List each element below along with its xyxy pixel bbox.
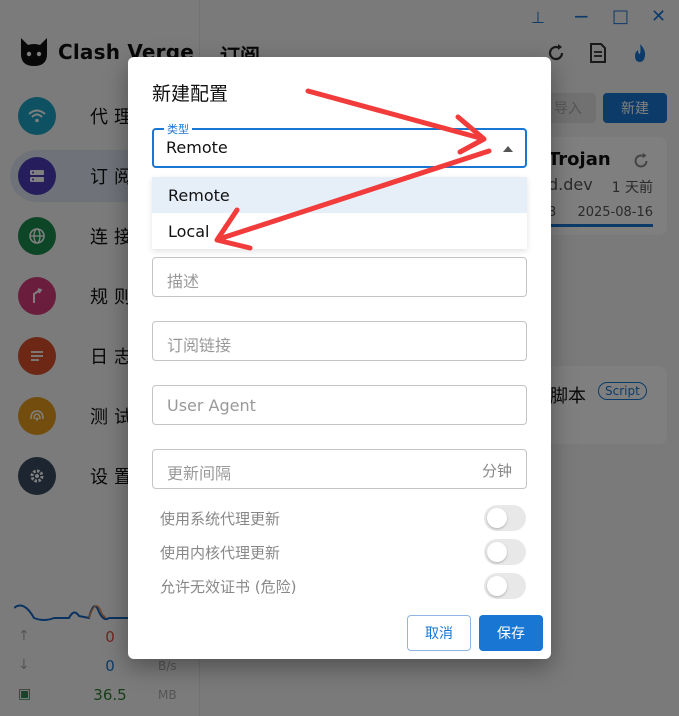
description-field[interactable]: 描述 bbox=[152, 257, 527, 297]
update-interval-field[interactable]: 更新间隔 分钟 bbox=[152, 449, 527, 489]
caret-up-icon[interactable] bbox=[503, 146, 513, 152]
menu-item-remote[interactable]: Remote bbox=[152, 177, 527, 213]
interval-placeholder: 更新间隔 bbox=[167, 464, 232, 483]
system-proxy-toggle[interactable] bbox=[484, 505, 526, 531]
interval-unit: 分钟 bbox=[481, 462, 512, 480]
core-proxy-update-row: 使用内核代理更新 bbox=[160, 539, 526, 565]
description-placeholder: 描述 bbox=[167, 272, 200, 291]
type-dropdown-menu: Remote Local bbox=[152, 177, 527, 249]
type-select[interactable]: 类型 Remote bbox=[152, 121, 527, 168]
cancel-button[interactable]: 取消 bbox=[407, 615, 471, 651]
type-label: 类型 bbox=[164, 121, 192, 137]
switch-label: 允许无效证书 (危险) bbox=[160, 578, 297, 596]
invalid-cert-row: 允许无效证书 (危险) bbox=[160, 573, 526, 599]
menu-item-local[interactable]: Local bbox=[152, 213, 527, 249]
switch-label: 使用系统代理更新 bbox=[160, 510, 281, 528]
new-profile-dialog: 新建配置 类型 Remote Remote Local 描述 订阅链接 User… bbox=[128, 57, 551, 659]
user-agent-field[interactable]: User Agent bbox=[152, 385, 527, 425]
system-proxy-update-row: 使用系统代理更新 bbox=[160, 505, 526, 531]
subscription-url-field[interactable]: 订阅链接 bbox=[152, 321, 527, 361]
url-placeholder: 订阅链接 bbox=[167, 336, 232, 355]
type-value: Remote bbox=[166, 138, 228, 157]
core-proxy-toggle[interactable] bbox=[484, 539, 526, 565]
dialog-title: 新建配置 bbox=[152, 83, 229, 105]
save-button[interactable]: 保存 bbox=[479, 615, 543, 651]
invalid-cert-toggle[interactable] bbox=[484, 573, 526, 599]
switch-label: 使用内核代理更新 bbox=[160, 544, 281, 562]
user-agent-placeholder: User Agent bbox=[167, 396, 256, 415]
